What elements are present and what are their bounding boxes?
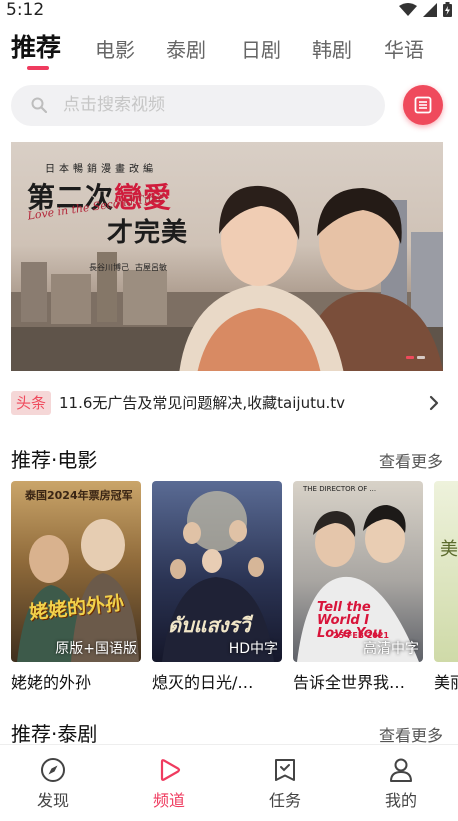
banner-credit-left: 長谷川博己 bbox=[89, 263, 129, 272]
section-title: 推荐·电影 bbox=[11, 448, 98, 472]
tab-korean-drama[interactable]: 韩剧 bbox=[312, 34, 352, 63]
section-header-movies: 推荐·电影 查看更多 bbox=[11, 444, 443, 474]
history-list-button[interactable] bbox=[403, 85, 443, 125]
poster-tagline: 泰国2024年票房冠军 bbox=[25, 489, 133, 502]
actor-left-image bbox=[179, 185, 344, 371]
chevron-right-icon[interactable] bbox=[429, 395, 439, 411]
headline-tag: 头条 bbox=[11, 391, 52, 415]
movie-title[interactable]: 美丽 bbox=[434, 669, 458, 691]
poster-tagline: THE DIRECTOR OF ... bbox=[303, 485, 377, 493]
banner-subtitle: 日本暢銷漫畫改編 bbox=[45, 164, 157, 175]
carousel-dot[interactable] bbox=[417, 356, 425, 359]
movie-poster[interactable]: THE DIRECTOR OF ... Tell the World I Lov… bbox=[293, 481, 423, 662]
play-icon bbox=[160, 759, 181, 781]
signal-icon bbox=[423, 2, 437, 17]
search-icon bbox=[31, 97, 47, 113]
nav-profile[interactable]: 我的 bbox=[371, 757, 431, 811]
task-icon bbox=[275, 759, 295, 781]
banner-title-line2: 才完美 bbox=[107, 218, 189, 248]
movie-poster[interactable]: ดับแสงรวี HD中字 bbox=[152, 481, 282, 662]
list-icon bbox=[414, 96, 432, 114]
bottom-navigation: 发现 频道 任务 我的 bbox=[0, 744, 458, 821]
carousel-indicator bbox=[406, 356, 425, 359]
status-time: 5:12 bbox=[6, 0, 45, 20]
user-icon bbox=[390, 758, 412, 782]
tab-thai-drama[interactable]: 泰剧 bbox=[166, 34, 206, 63]
search-input[interactable]: 点击搜索视频 bbox=[63, 85, 165, 126]
search-bar[interactable]: 点击搜索视频 bbox=[11, 85, 385, 126]
tab-chinese[interactable]: 华语 bbox=[384, 34, 424, 63]
movie-title[interactable]: 熄灭的日光/… bbox=[152, 669, 253, 691]
headline-notice[interactable]: 头条 11.6无广告及常见问题解决,收藏taijutu.tv bbox=[11, 390, 443, 416]
view-more-link[interactable]: 查看更多 bbox=[379, 722, 443, 746]
banner-credit-right: 古屋呂敏 bbox=[135, 263, 167, 272]
hero-banner[interactable]: 日本暢銷漫畫改編 第二次戀愛 Love in the Second Time 才… bbox=[11, 142, 443, 371]
poster-logo: 美 bbox=[440, 539, 458, 560]
nav-channel[interactable]: 频道 bbox=[139, 757, 199, 811]
quality-badge: 高清中字 bbox=[363, 641, 419, 657]
nav-discover[interactable]: 发现 bbox=[23, 757, 83, 811]
category-tabs: 推荐 电影 泰剧 日剧 韩剧 华语 bbox=[0, 26, 458, 72]
movie-poster[interactable]: 泰国2024年票房冠军 姥姥的外孙 原版+国语版 bbox=[11, 481, 141, 662]
quality-badge: 原版+国语版 bbox=[55, 641, 137, 657]
carousel-dot[interactable] bbox=[406, 356, 414, 359]
movie-poster[interactable]: 美 bbox=[434, 481, 458, 662]
movie-row: 泰国2024年票房冠军 姥姥的外孙 原版+国语版 姥姥的外孙 ดับแสงรวี… bbox=[11, 481, 458, 691]
tab-recommend[interactable]: 推荐 bbox=[11, 28, 61, 64]
headline-text[interactable]: 11.6无广告及常见问题解决,收藏taijutu.tv bbox=[59, 390, 345, 416]
active-tab-indicator bbox=[27, 66, 49, 70]
movie-title[interactable]: 告诉全世界我… bbox=[293, 669, 405, 691]
compass-icon bbox=[41, 758, 65, 782]
status-bar: 5:12 bbox=[0, 0, 458, 22]
view-more-link[interactable]: 查看更多 bbox=[379, 448, 443, 472]
battery-icon bbox=[443, 2, 452, 17]
poster-logo: ดับแสงรวี bbox=[168, 613, 251, 637]
wifi-icon bbox=[399, 2, 417, 16]
section-title: 推荐·泰剧 bbox=[11, 722, 98, 746]
nav-tasks[interactable]: 任务 bbox=[255, 757, 315, 811]
movie-title[interactable]: 姥姥的外孙 bbox=[11, 669, 91, 691]
tab-japanese-drama[interactable]: 日剧 bbox=[241, 34, 281, 63]
quality-badge: HD中字 bbox=[228, 641, 278, 657]
tab-movies[interactable]: 电影 bbox=[95, 34, 135, 63]
poster-art bbox=[17, 519, 139, 662]
